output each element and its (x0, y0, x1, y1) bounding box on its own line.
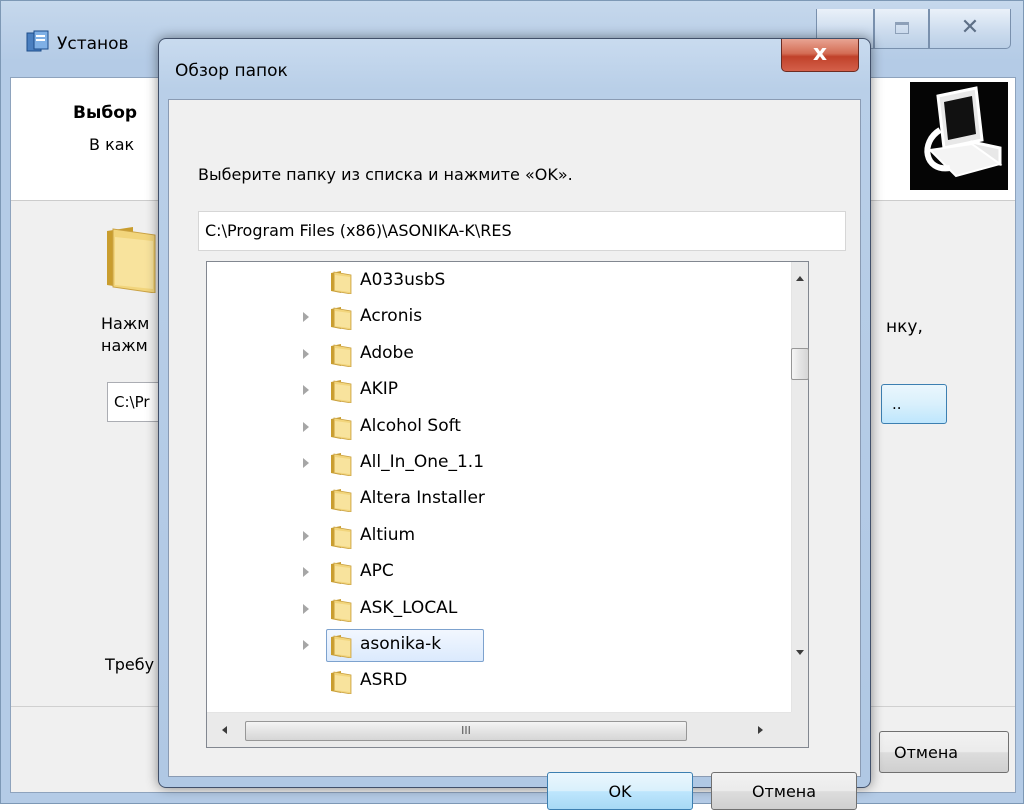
tree-item-label: asonika-k (360, 634, 442, 654)
maximize-button[interactable] (874, 9, 929, 49)
cancel-button[interactable]: Отмена (711, 772, 857, 810)
tree-item[interactable]: ASRD (207, 664, 787, 700)
folder-icon (329, 670, 353, 695)
installer-browse-label: .. (892, 395, 902, 413)
tree-item-label: Acronis (360, 306, 423, 327)
browse-folder-dialog: Обзор папок x Выберите папку из списка и… (158, 38, 871, 810)
folder-icon (329, 561, 353, 586)
installer-browse-button[interactable]: .. (881, 384, 947, 424)
tree-item[interactable]: Altium (207, 519, 787, 555)
scroll-grip-icon: III (461, 724, 471, 737)
folder-icon (329, 525, 353, 550)
tree-item[interactable]: Adobe (207, 337, 787, 373)
folder-icon (329, 379, 353, 404)
scroll-up-arrow-icon[interactable] (792, 270, 809, 287)
folder-icon (329, 452, 353, 477)
expand-arrow-icon[interactable] (303, 421, 309, 432)
expand-arrow-icon[interactable] (303, 530, 309, 541)
scrollbar-corner (791, 712, 808, 747)
vertical-scrollbar[interactable] (791, 262, 809, 712)
installer-required-space: Требу (105, 655, 155, 674)
dialog-title: Обзор папок (175, 61, 288, 81)
tree-item[interactable]: APC (207, 555, 787, 591)
tree-item-label: Altium (360, 524, 416, 545)
scroll-right-arrow-icon[interactable] (752, 722, 769, 739)
dialog-instruction: Выберите папку из списка и нажмите «OK». (198, 165, 573, 184)
installer-instruction-line1: Нажм (101, 314, 150, 333)
tree-item-label: Adobe (360, 342, 414, 363)
tree-item[interactable]: A033usbS (207, 264, 787, 300)
expand-arrow-icon[interactable] (303, 348, 309, 359)
expand-arrow-icon[interactable] (303, 640, 309, 650)
tree-item-label: A033usbS (360, 270, 446, 290)
expand-arrow-icon[interactable] (303, 567, 309, 578)
selected-path-display: C:\Program Files (x86)\ASONIKA-K\RES (198, 211, 846, 251)
expand-arrow-icon[interactable] (303, 458, 309, 468)
close-icon: x (812, 41, 828, 66)
tree-item-label: AKIP (360, 379, 399, 400)
dialog-client: Выберите папку из списка и нажмите «OK».… (168, 99, 861, 810)
installer-path-value: C:\Pr (114, 393, 150, 411)
tree-item[interactable]: asonika-k (207, 628, 787, 664)
installer-page-subtitle: В как (89, 135, 135, 154)
folder-icon (329, 343, 353, 368)
dialog-close-button[interactable]: x (781, 39, 859, 72)
close-icon: ✕ (960, 15, 980, 40)
scroll-down-arrow-icon[interactable] (792, 644, 809, 661)
tree-item[interactable]: Altera Installer (207, 482, 787, 518)
tree-item[interactable]: All_In_One_1.1 (207, 446, 787, 482)
tree-item-label: ASK_LOCAL (360, 597, 458, 618)
tree-item[interactable]: ASK_LOCAL (207, 592, 787, 628)
folder-icon (329, 488, 353, 513)
folder-icon (329, 306, 353, 331)
folder-icon (329, 598, 353, 623)
horizontal-scroll-thumb[interactable]: III (245, 721, 687, 741)
tree-item[interactable]: Acronis (207, 300, 787, 336)
installer-instruction-tail: нку, (886, 317, 923, 337)
installer-cancel-label: Отмена (894, 743, 959, 762)
tree-item[interactable]: Alcohol Soft (207, 410, 787, 446)
tree-item-label: Altera Installer (360, 488, 485, 509)
ok-button[interactable]: OK (547, 772, 693, 810)
tree-item-label: ASRD (360, 670, 408, 691)
expand-arrow-icon[interactable] (303, 385, 309, 396)
folder-icon (329, 270, 353, 295)
tree-item[interactable]: AKIP (207, 373, 787, 409)
tree-item-label: All_In_One_1.1 (360, 452, 485, 472)
tree-item-label: Alcohol Soft (360, 415, 461, 436)
computer-install-icon (924, 86, 1003, 178)
folder-icon (329, 416, 353, 441)
ok-button-label: OK (608, 782, 632, 801)
installer-instruction-line2: нажм (101, 336, 148, 355)
vertical-scroll-thumb[interactable] (791, 348, 809, 380)
cancel-button-label: Отмена (751, 782, 817, 801)
installer-page-title: Выбор (73, 103, 138, 123)
folder-icon (107, 227, 156, 293)
selected-path-text: C:\Program Files (x86)\ASONIKA-K\RES (205, 221, 512, 240)
maximize-icon (895, 22, 909, 34)
installer-app-icon (26, 30, 49, 52)
folder-icon (329, 634, 353, 659)
installer-close-button[interactable]: ✕ (929, 9, 1011, 49)
horizontal-scrollbar[interactable]: III (207, 712, 791, 747)
installer-logo (910, 82, 1008, 190)
expand-arrow-icon[interactable] (303, 603, 309, 614)
installer-cancel-button[interactable]: Отмена (879, 731, 1009, 773)
folder-tree-viewport: A033usbS Acronis Adobe AKIP Alcohol Soft All_… (207, 262, 791, 712)
tree-item-label: APC (360, 561, 394, 582)
expand-arrow-icon[interactable] (303, 312, 309, 323)
scroll-left-arrow-icon[interactable] (217, 722, 234, 739)
folder-tree[interactable]: A033usbS Acronis Adobe AKIP Alcohol Soft All_… (206, 261, 809, 748)
installer-title: Установ (57, 34, 129, 54)
